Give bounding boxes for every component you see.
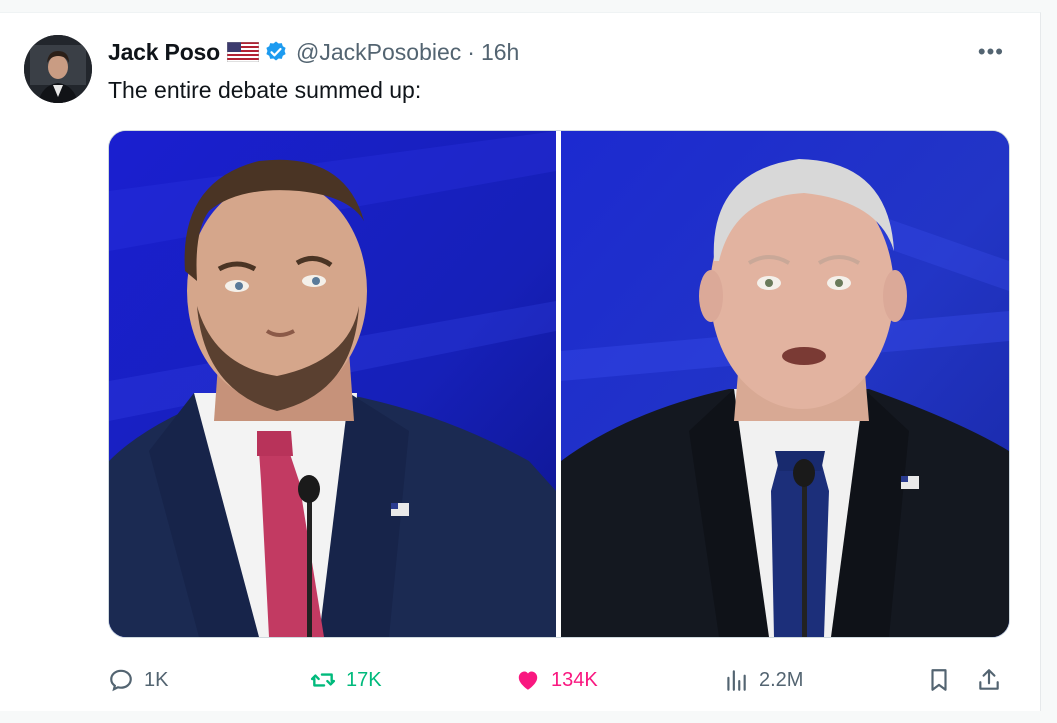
left-photo-panel (109, 131, 556, 637)
retweet-button[interactable]: 17K (310, 663, 382, 697)
like-count: 134K (551, 668, 598, 691)
share-icon (979, 669, 999, 690)
retweet-icon (310, 673, 336, 687)
views-icon (727, 670, 746, 691)
tweet-header: Jack Poso @JackPosobiec · 16h (108, 37, 519, 67)
separator-dot: · (467, 38, 475, 65)
us-flag-icon (226, 41, 260, 63)
share-button[interactable] (976, 663, 1002, 697)
author-name[interactable]: Jack Poso (108, 39, 220, 66)
reply-button[interactable]: 1K (108, 663, 168, 697)
tweet-time[interactable]: 16h (481, 39, 519, 66)
bookmark-icon (931, 669, 947, 691)
right-photo-panel (561, 131, 1009, 637)
heart-icon (518, 671, 538, 690)
media-image (109, 131, 1009, 637)
tweet-text: The entire debate summed up: (108, 77, 422, 103)
avatar[interactable] (24, 35, 92, 103)
views-button[interactable]: 2.2M (723, 663, 803, 697)
tweet-actions: 1K 17K 134K 2.2M (108, 663, 1008, 699)
tweet-card[interactable]: Jack Poso @JackPosobiec · 16h ••• The en… (0, 12, 1041, 711)
reply-icon (110, 669, 132, 692)
tweet-media[interactable] (108, 130, 1010, 638)
views-count: 2.2M (759, 668, 804, 691)
like-button[interactable]: 134K (515, 663, 598, 697)
avatar-image (24, 35, 92, 103)
reply-count: 1K (144, 668, 169, 691)
verified-icon (264, 40, 288, 64)
more-icon[interactable]: ••• (978, 39, 1004, 65)
bookmark-button[interactable] (926, 663, 952, 697)
author-handle[interactable]: @JackPosobiec (296, 39, 461, 66)
retweet-count: 17K (346, 668, 382, 691)
